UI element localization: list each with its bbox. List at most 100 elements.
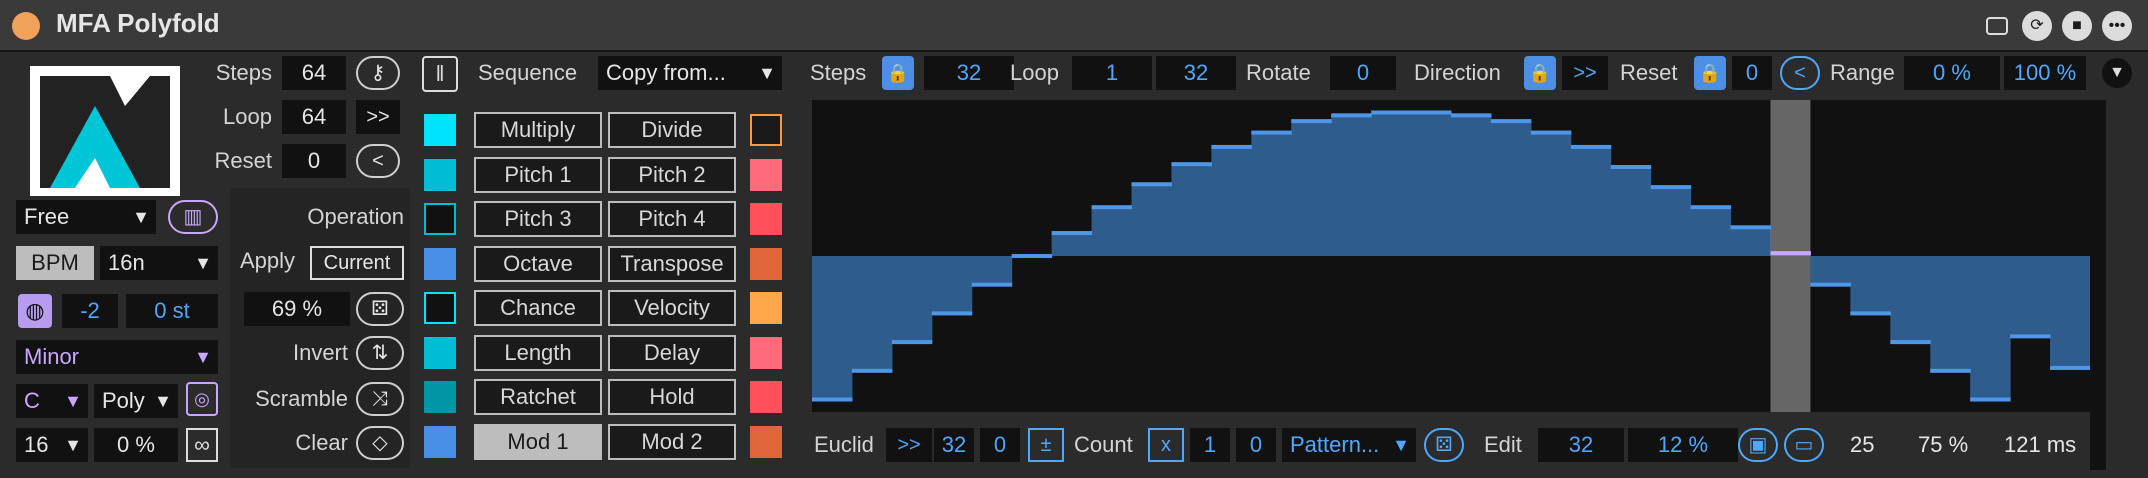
step-value-line[interactable] (1131, 182, 1172, 187)
step-bar[interactable] (1091, 207, 1132, 256)
op-button-b[interactable]: Hold (608, 379, 736, 415)
globe-icon[interactable]: ◍ (18, 294, 52, 328)
step-value-line[interactable] (1570, 144, 1612, 149)
count-b-field[interactable]: 0 (1236, 428, 1276, 462)
step-value-line[interactable] (891, 340, 933, 345)
step-bar[interactable] (1970, 256, 2011, 400)
op-button-b[interactable]: Pitch 4 (608, 201, 736, 237)
direction-button[interactable]: >> (1562, 56, 1608, 90)
op-button-a[interactable]: Multiply (474, 112, 602, 148)
drum-icon[interactable]: ◎ (186, 382, 218, 416)
length-dropdown[interactable]: 16 ▼ (16, 428, 88, 462)
color-swatch-b[interactable] (750, 336, 782, 369)
edit-field[interactable]: 32 (1538, 428, 1624, 462)
percent-field[interactable]: 0 % (94, 428, 178, 462)
euclid-direction-button[interactable]: >> (886, 428, 932, 462)
color-swatch-b[interactable] (750, 158, 782, 191)
dice-icon[interactable]: ⚄ (356, 292, 404, 326)
step-value-line[interactable] (1850, 311, 1891, 316)
step-value-line[interactable] (1331, 113, 1372, 118)
op-button-a[interactable]: Length (474, 334, 602, 371)
color-swatch-b[interactable] (750, 203, 782, 235)
op-button-b[interactable]: Velocity (608, 290, 736, 326)
infinity-toggle[interactable]: ∞ (186, 428, 218, 462)
op-button-a[interactable]: Mod 1 (474, 423, 602, 460)
step-bar[interactable] (891, 256, 933, 343)
reset-field[interactable]: 0 (282, 144, 346, 178)
step-value-line[interactable] (1690, 205, 1732, 210)
step-value-line[interactable] (1810, 282, 1851, 287)
device-activator-icon[interactable] (12, 12, 40, 40)
seq-steps-field[interactable]: 32 (924, 56, 1014, 90)
step-bar[interactable] (1530, 132, 1572, 256)
reset-direction-button[interactable]: < (356, 144, 400, 178)
step-bar[interactable] (1251, 132, 1292, 256)
scale-dropdown[interactable]: Minor ▼ (16, 340, 218, 374)
step-value-line[interactable] (1011, 254, 1053, 258)
color-swatch-a[interactable] (424, 381, 456, 413)
euclid-value-field[interactable]: 0 (980, 428, 1020, 462)
rate-dropdown[interactable]: 16n ▼ (100, 246, 218, 280)
loop-direction-button[interactable]: >> (356, 100, 400, 134)
step-value-line[interactable] (1610, 165, 1652, 170)
op-button-b[interactable]: Divide (608, 112, 736, 148)
step-sequencer-graph[interactable] (812, 100, 2090, 412)
range-high-field[interactable]: 100 % (2004, 56, 2086, 90)
color-swatch-b[interactable] (750, 381, 782, 413)
rotate-field[interactable]: 0 (1330, 56, 1396, 90)
folder-icon[interactable]: ▭ (1784, 428, 1824, 462)
step-bar[interactable] (1730, 227, 1771, 256)
step-value-line[interactable] (971, 282, 1013, 287)
step-value-line[interactable] (812, 397, 853, 402)
step-value-line[interactable] (1251, 130, 1292, 135)
step-bar[interactable] (1371, 112, 1412, 256)
step-value-line[interactable] (1970, 397, 2011, 402)
step-bar[interactable] (1650, 187, 1692, 256)
apply-button[interactable]: Current (310, 246, 404, 280)
color-swatch-b[interactable] (750, 114, 782, 146)
bpm-toggle[interactable]: BPM (16, 246, 94, 280)
step-value-line[interactable] (1650, 185, 1692, 190)
chevron-down-icon[interactable]: ▼ (2102, 58, 2132, 88)
step-bar[interactable] (812, 256, 853, 400)
save-pattern-icon[interactable]: ▣ (1738, 428, 1778, 462)
color-swatch-a[interactable] (424, 114, 456, 146)
step-value-line[interactable] (1171, 162, 1212, 167)
step-bar[interactable] (2050, 256, 2090, 368)
transpose-field[interactable]: -2 (62, 294, 118, 328)
op-button-a[interactable]: Chance (474, 290, 602, 326)
euclid-steps-field[interactable]: 32 (934, 428, 974, 462)
eraser-icon[interactable]: ◇ (356, 426, 404, 460)
step-bar[interactable] (1610, 167, 1652, 256)
step-bar[interactable] (1850, 256, 1891, 314)
step-bar[interactable] (1890, 256, 1931, 343)
save-icon[interactable]: ■ (2062, 11, 2092, 41)
step-value-line[interactable] (2010, 334, 2051, 339)
step-bar[interactable] (1211, 146, 1252, 256)
color-swatch-a[interactable] (424, 292, 456, 324)
color-swatch-b[interactable] (750, 292, 782, 324)
op-button-b[interactable]: Mod 2 (608, 423, 736, 460)
pattern-dropdown[interactable]: Pattern... ▼ (1282, 428, 1416, 462)
step-value-line[interactable] (931, 311, 973, 316)
map-icon[interactable] (1986, 17, 2008, 35)
scrollbar[interactable] (2090, 100, 2106, 470)
op-button-a[interactable]: Pitch 3 (474, 201, 602, 237)
step-bar[interactable] (1051, 233, 1093, 256)
op-button-a[interactable]: Pitch 1 (474, 156, 602, 193)
color-swatch-a[interactable] (424, 158, 456, 191)
lock-icon[interactable]: 🔒 (882, 56, 914, 90)
seq-loop-start-field[interactable]: 1 (1072, 56, 1152, 90)
color-swatch-a[interactable] (424, 336, 456, 369)
op-button-b[interactable]: Transpose (608, 245, 736, 282)
color-swatch-b[interactable] (750, 247, 782, 280)
step-bar[interactable] (1570, 146, 1612, 256)
step-value-line[interactable] (1051, 231, 1093, 236)
step-value-line[interactable] (1770, 251, 1811, 256)
semitone-field[interactable]: 0 st (126, 294, 218, 328)
seq-reset-field[interactable]: 0 (1732, 56, 1772, 90)
more-icon[interactable]: ••• (2102, 11, 2132, 41)
count-multiply-button[interactable]: x (1148, 428, 1184, 462)
steps-field[interactable]: 64 (282, 56, 346, 90)
step-value-line[interactable] (1091, 205, 1132, 210)
